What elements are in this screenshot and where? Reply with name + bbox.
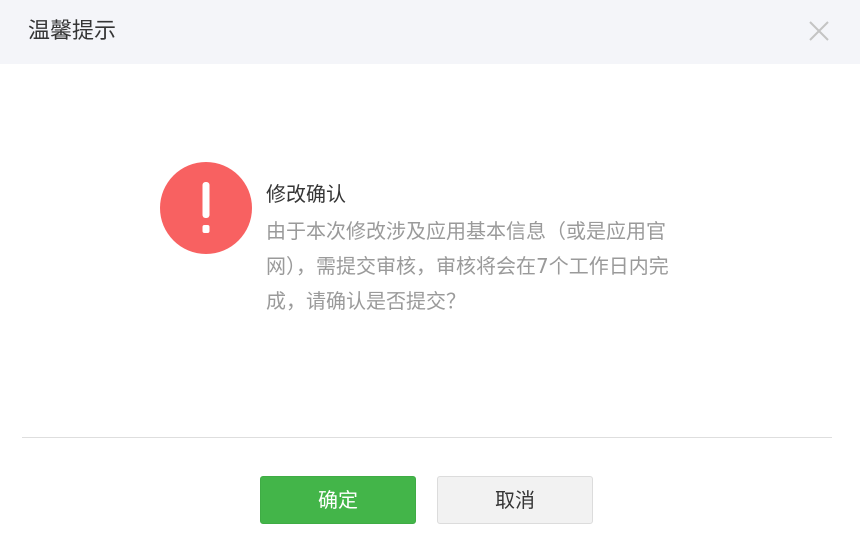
message-title: 修改确认 [266, 182, 346, 206]
dialog-header: 温馨提示 [0, 0, 860, 64]
confirm-button[interactable]: 确定 [260, 476, 416, 524]
dialog-title: 温馨提示 [28, 19, 117, 44]
message-body: 由于本次修改涉及应用基本信息（或是应用官网），需提交审核，审核将会在7个工作日内… [266, 219, 669, 313]
close-icon[interactable] [806, 18, 832, 44]
cancel-button[interactable]: 取消 [437, 476, 593, 524]
confirm-dialog: 温馨提示 修改确认 由于本次修改涉及应用基本信息（或是应用官网），需提交审核，审… [0, 0, 860, 539]
footer-divider [22, 437, 832, 438]
warning-exclamation-icon [160, 162, 252, 254]
